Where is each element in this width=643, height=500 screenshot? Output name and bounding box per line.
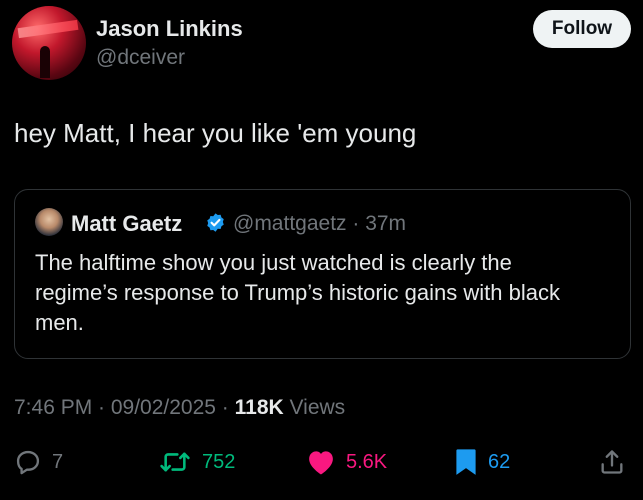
views-count: 118K — [234, 396, 284, 419]
verified-badge-icon — [207, 213, 224, 232]
quoted-tweet[interactable]: Matt Gaetz @mattgaetz · 37m The halftime… — [14, 189, 631, 359]
quoted-tweet-text: The halftime show you just watched is cl… — [35, 250, 560, 335]
reply-icon — [16, 450, 40, 475]
like-count: 5.6K — [346, 450, 388, 473]
repost-count: 752 — [202, 450, 236, 473]
quoted-author-name[interactable]: Matt Gaetz — [71, 211, 182, 237]
tweet-text: hey Matt, I hear you like 'em young — [14, 118, 417, 148]
views-label: Views — [283, 396, 346, 419]
tweet-actions: 7 752 5.6K 62 — [0, 440, 643, 484]
tweet-header: Jason Linkins @dceiver Follow — [12, 6, 631, 80]
like-button[interactable]: 5.6K — [306, 440, 387, 484]
avatar-neon-sign — [17, 19, 79, 39]
share-button[interactable] — [598, 440, 626, 484]
bookmark-button[interactable]: 62 — [454, 440, 510, 484]
author-name[interactable]: Jason Linkins — [96, 16, 243, 42]
bookmark-icon — [456, 449, 476, 475]
author-handle[interactable]: @dceiver — [96, 46, 185, 70]
quoted-author-avatar[interactable] — [35, 208, 63, 236]
repost-button[interactable]: 752 — [158, 440, 235, 484]
reply-button[interactable]: 7 — [14, 440, 63, 484]
repost-icon — [160, 452, 190, 472]
tweet-meta: 7:46 PM · 09/02/2025 · 118K Views — [14, 396, 345, 420]
avatar-figure — [40, 46, 50, 78]
follow-button[interactable]: Follow — [533, 10, 631, 48]
author-avatar[interactable] — [12, 6, 86, 80]
heart-icon — [309, 451, 333, 475]
bookmark-count: 62 — [488, 450, 511, 473]
tweet-timestamp[interactable]: 7:46 PM · 09/02/2025 · — [14, 396, 235, 419]
share-icon — [601, 450, 623, 474]
quoted-handle-time: @mattgaetz · 37m — [233, 212, 407, 235]
reply-count: 7 — [52, 450, 64, 473]
